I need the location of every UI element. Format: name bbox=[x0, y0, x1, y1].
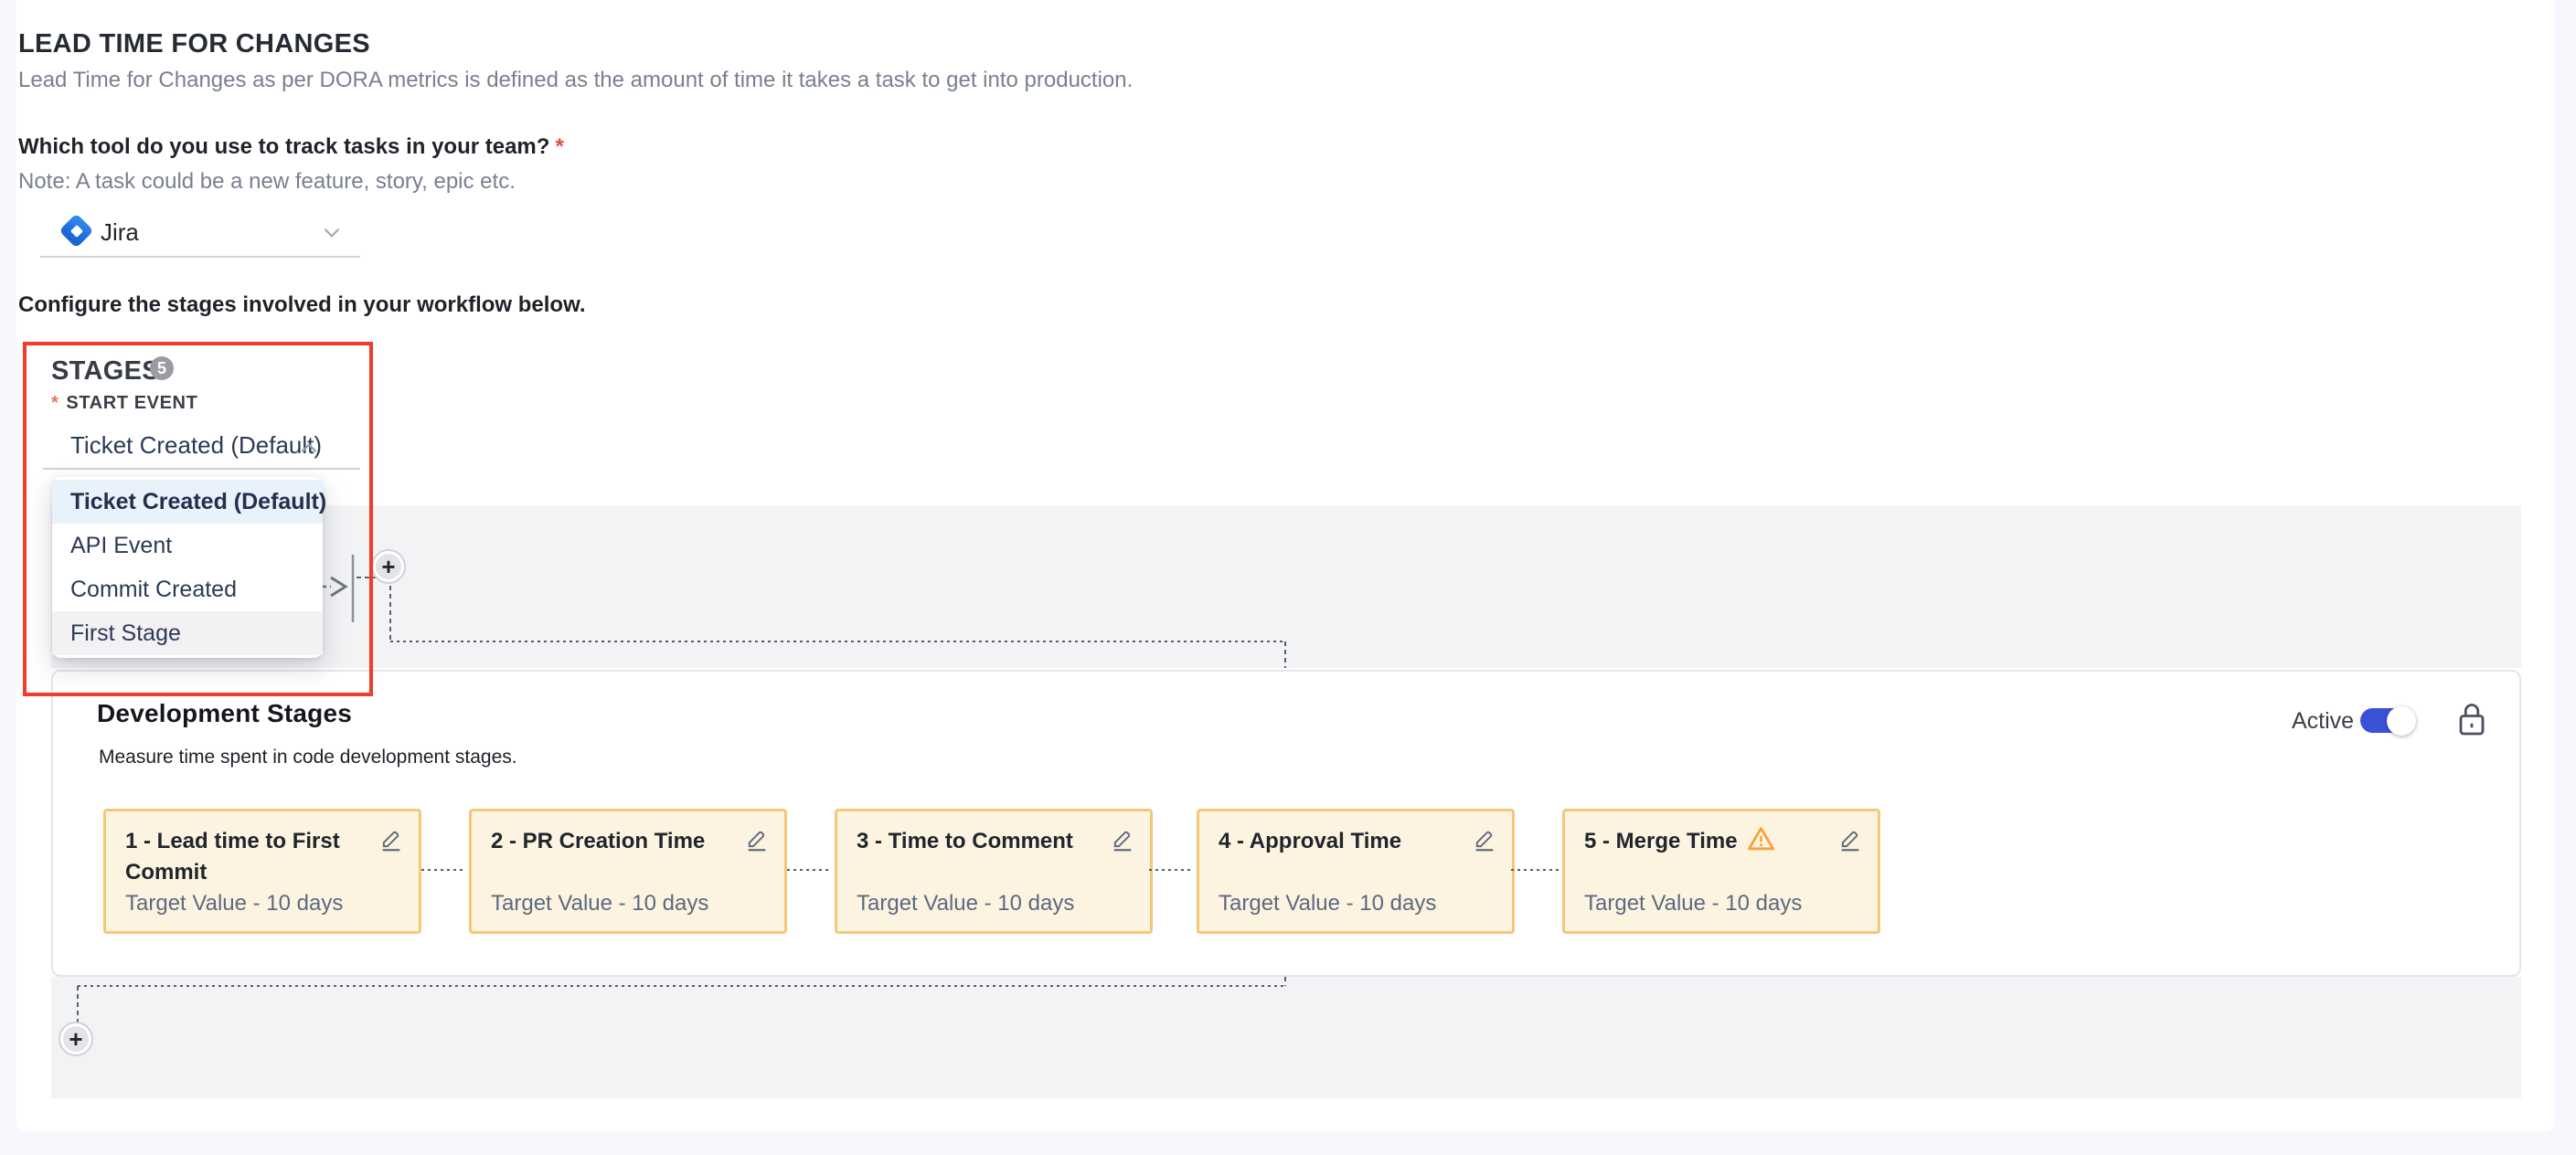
dropdown-option-api-event[interactable]: API Event bbox=[52, 524, 323, 567]
start-event-select[interactable]: Ticket Created (Default) bbox=[43, 426, 360, 470]
workflow-lane-bottom bbox=[51, 977, 2521, 1098]
panel-title: Development Stages bbox=[97, 699, 352, 728]
dropdown-option-first-stage[interactable]: First Stage bbox=[52, 611, 323, 655]
stage-title: 1 - Lead time to First Commit bbox=[125, 826, 356, 888]
stage-title: 4 - Approval Time bbox=[1219, 826, 1449, 857]
warning-icon bbox=[1747, 826, 1775, 852]
tool-question-text: Which tool do you use to track tasks in … bbox=[18, 134, 549, 159]
dropdown-option-ticket-created[interactable]: Ticket Created (Default) bbox=[52, 480, 323, 524]
jira-icon bbox=[60, 215, 93, 248]
active-label: Active bbox=[2292, 708, 2354, 735]
tool-question: Which tool do you use to track tasks in … bbox=[18, 134, 564, 160]
configure-instruction: Configure the stages involved in your wo… bbox=[18, 292, 586, 318]
add-stage-button-top[interactable]: + bbox=[371, 549, 406, 584]
required-asterisk: * bbox=[555, 134, 563, 159]
stage-title: 2 - PR Creation Time bbox=[491, 826, 721, 857]
chevron-down-icon bbox=[320, 220, 344, 244]
stage-card-4[interactable]: 4 - Approval Time Target Value - 10 days bbox=[1197, 809, 1515, 934]
stage-target-value: Target Value - 10 days bbox=[1219, 891, 1436, 917]
stage-title: 3 - Time to Comment bbox=[857, 826, 1087, 857]
stage-card-2[interactable]: 2 - PR Creation Time Target Value - 10 d… bbox=[469, 809, 787, 934]
edit-icon[interactable] bbox=[744, 826, 770, 852]
plus-icon: + bbox=[376, 554, 401, 579]
stage-card-5[interactable]: 5 - Merge Time Target Value - 10 days bbox=[1562, 809, 1880, 934]
add-stage-button-bottom[interactable]: + bbox=[59, 1022, 93, 1056]
lead-time-config-page: { "header": { "title": "LEAD TIME FOR CH… bbox=[0, 0, 2576, 1155]
stage-target-value: Target Value - 10 days bbox=[857, 891, 1074, 917]
page-title: LEAD TIME FOR CHANGES bbox=[18, 29, 370, 59]
toggle-knob bbox=[2387, 706, 2416, 736]
development-stages-panel: Development Stages Measure time spent in… bbox=[51, 670, 2521, 977]
stage-target-value: Target Value - 10 days bbox=[491, 891, 708, 917]
tool-select-value: Jira bbox=[101, 218, 139, 247]
stages-count-badge: 5 bbox=[150, 356, 174, 380]
stages-heading: STAGES bbox=[51, 356, 160, 387]
panel-subtitle: Measure time spent in code development s… bbox=[99, 747, 517, 768]
required-asterisk: * bbox=[51, 393, 59, 413]
edit-icon[interactable] bbox=[378, 826, 404, 852]
edit-icon[interactable] bbox=[1837, 826, 1863, 852]
workflow-lane-top bbox=[51, 505, 2521, 668]
active-toggle[interactable] bbox=[2360, 708, 2413, 733]
plus-icon: + bbox=[63, 1026, 89, 1052]
stage-card-3[interactable]: 3 - Time to Comment Target Value - 10 da… bbox=[835, 809, 1153, 934]
tool-note: Note: A task could be a new feature, sto… bbox=[18, 169, 516, 195]
stage-target-value: Target Value - 10 days bbox=[1584, 891, 1802, 917]
edit-icon[interactable] bbox=[1472, 826, 1497, 852]
start-event-select-value: Ticket Created (Default) bbox=[70, 431, 322, 460]
stage-target-value: Target Value - 10 days bbox=[125, 891, 343, 917]
lock-icon[interactable] bbox=[2455, 701, 2488, 739]
start-event-dropdown: Ticket Created (Default) API Event Commi… bbox=[52, 477, 323, 658]
dropdown-option-commit-created[interactable]: Commit Created bbox=[52, 567, 323, 611]
chevron-up-icon bbox=[297, 437, 321, 461]
stage-card-1[interactable]: 1 - Lead time to First Commit Target Val… bbox=[103, 809, 421, 934]
stage-title: 5 - Merge Time bbox=[1584, 826, 1815, 857]
start-event-label: *START EVENT bbox=[51, 393, 197, 414]
tool-select[interactable]: Jira bbox=[40, 207, 360, 258]
edit-icon[interactable] bbox=[1110, 826, 1135, 852]
page-description: Lead Time for Changes as per DORA metric… bbox=[18, 68, 1133, 93]
